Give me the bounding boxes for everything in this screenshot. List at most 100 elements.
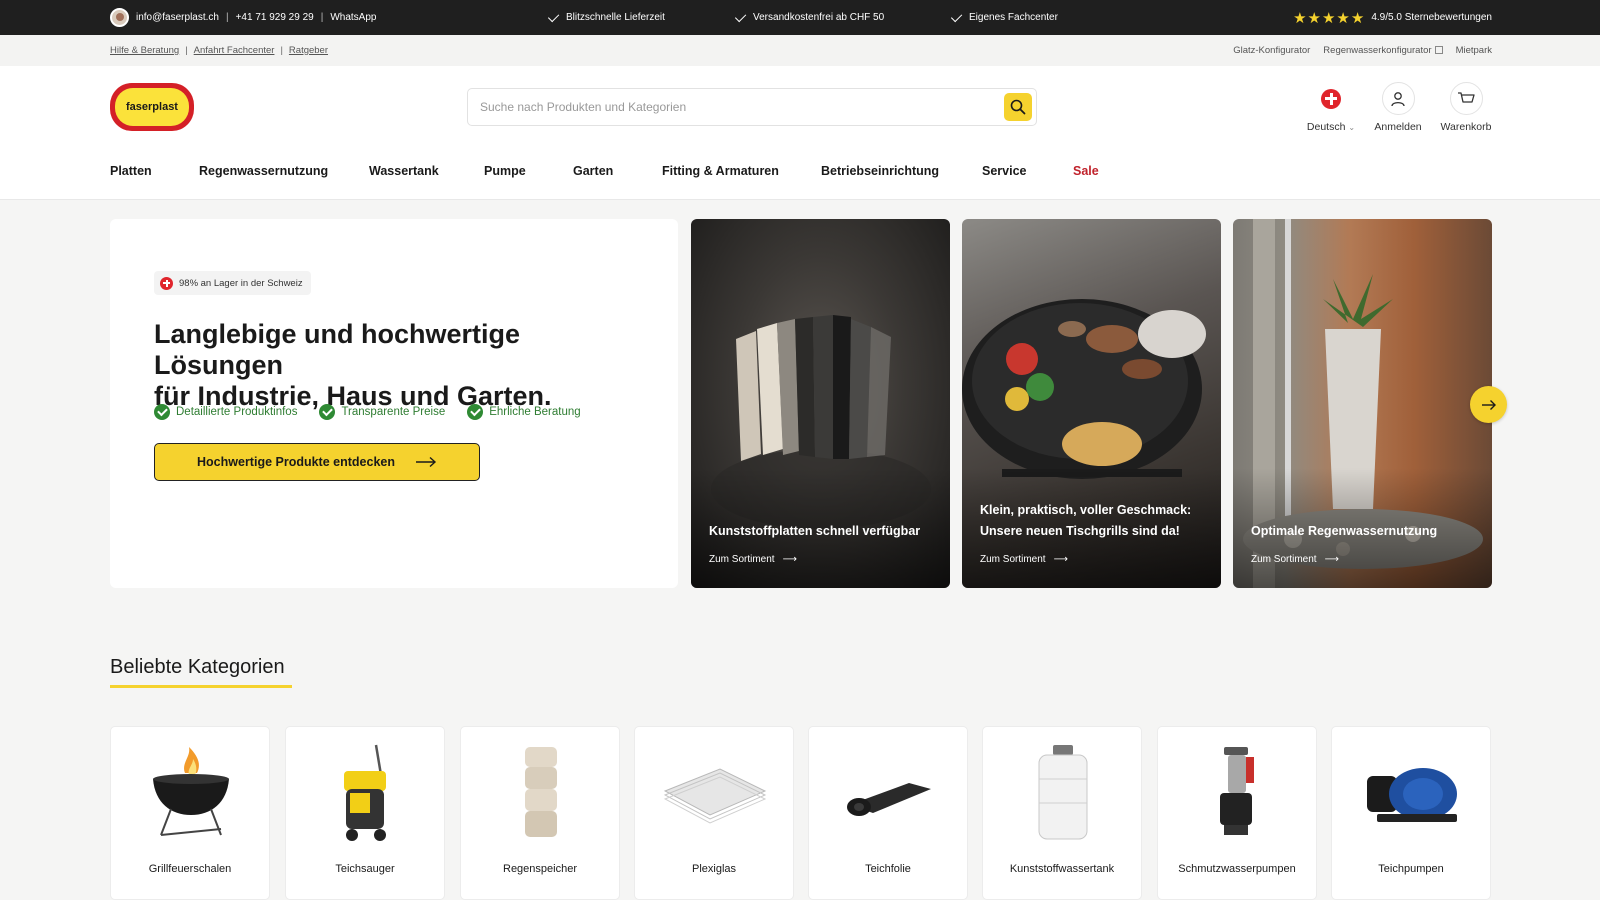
rainwater-configurator-link[interactable]: Regenwasserkonfigurator bbox=[1323, 45, 1443, 56]
category-card-teichpumpen[interactable]: Teichpumpen bbox=[1331, 726, 1491, 900]
plexiglass-image bbox=[655, 741, 775, 845]
promo-card-rainwater[interactable]: Optimale Regenwassernutzung Zum Sortimen… bbox=[1233, 219, 1492, 588]
check-icon bbox=[950, 10, 963, 22]
promo-card-plates[interactable]: Kunststoffplatten schnell verfügbar Zum … bbox=[691, 219, 950, 588]
fire-bowl-glyph bbox=[153, 747, 229, 836]
directions-link[interactable]: Anfahrt Fachcenter bbox=[194, 45, 275, 56]
carousel-next-button[interactable] bbox=[1470, 386, 1507, 423]
arrow-right-icon: ⟶ bbox=[1053, 554, 1068, 565]
promo-link-label: Zum Sortiment bbox=[709, 554, 775, 565]
nav-service[interactable]: Service bbox=[982, 164, 1026, 178]
search-input[interactable] bbox=[480, 89, 980, 125]
separator: | bbox=[320, 12, 324, 23]
nav-platten[interactable]: Platten bbox=[110, 164, 152, 178]
cart-button[interactable]: Warenkorb bbox=[1431, 82, 1501, 133]
category-card-kunststoffwassertank[interactable]: Kunststoffwassertank bbox=[982, 726, 1142, 900]
promo-link[interactable]: Zum Sortiment ⟶ bbox=[1251, 554, 1339, 565]
utility-links-left: Hilfe & Beratung | Anfahrt Fachcenter | … bbox=[110, 35, 328, 66]
category-card-grillfeuerschalen[interactable]: Grillfeuerschalen bbox=[110, 726, 270, 900]
fire-bowl-image bbox=[131, 741, 251, 845]
arrow-right-icon: ⟶ bbox=[782, 554, 797, 565]
search-bar bbox=[467, 88, 1037, 126]
nav-fitting-armaturen[interactable]: Fitting & Armaturen bbox=[662, 164, 779, 178]
user-icon bbox=[1381, 82, 1415, 115]
contact-info: info@faserplast.ch | +41 71 929 29 29 | … bbox=[110, 0, 376, 35]
cart-glyph bbox=[1458, 91, 1475, 103]
category-label: Teichpumpen bbox=[1378, 863, 1444, 875]
rating-summary[interactable]: ★★★★★ 4.9/5.0 Sternebewertungen bbox=[1293, 0, 1492, 35]
benefit-label: Ehrliche Beratung bbox=[489, 406, 581, 418]
nav-wassertank[interactable]: Wassertank bbox=[369, 164, 439, 178]
promo-title: Kunststoffplatten schnell verfügbar bbox=[709, 524, 921, 538]
arrow-right-icon bbox=[415, 456, 437, 468]
pond-pump-glyph bbox=[1367, 768, 1457, 822]
cta-label: Hochwertige Produkte entdecken bbox=[197, 455, 395, 469]
hero-benefits: Detaillierte Produktinfos Transparente P… bbox=[154, 404, 581, 420]
external-link-icon bbox=[1434, 46, 1443, 54]
top-info-bar: info@faserplast.ch | +41 71 929 29 29 | … bbox=[0, 0, 1600, 35]
category-card-teichsauger[interactable]: Teichsauger bbox=[285, 726, 445, 900]
promo-title: Optimale Regenwassernutzung bbox=[1251, 524, 1438, 538]
nav-garten[interactable]: Garten bbox=[573, 164, 613, 178]
category-label: Regenspeicher bbox=[503, 863, 577, 875]
benefit-label: Detaillierte Produktinfos bbox=[176, 406, 298, 418]
separator: | bbox=[225, 12, 229, 23]
separator: | bbox=[185, 45, 188, 56]
pond-liner-image bbox=[829, 741, 949, 845]
category-card-plexiglas[interactable]: Plexiglas bbox=[634, 726, 794, 900]
check-icon bbox=[734, 10, 747, 22]
help-link[interactable]: Hilfe & Beratung bbox=[110, 45, 179, 56]
faserplast-logo[interactable]: faserplast bbox=[110, 83, 194, 131]
sewage-pump-image bbox=[1178, 741, 1298, 845]
hero-title-line1: Langlebige und hochwertige Lösungen bbox=[154, 319, 521, 380]
glatz-configurator-link[interactable]: Glatz-Konfigurator bbox=[1233, 45, 1310, 56]
pond-pump-image bbox=[1352, 741, 1472, 845]
promo-title: Klein, praktisch, voller Geschmack: Unse… bbox=[980, 503, 1192, 538]
category-label: Teichsauger bbox=[335, 863, 395, 875]
water-tank-glyph bbox=[1038, 745, 1088, 840]
benefit-item: Detaillierte Produktinfos bbox=[154, 404, 297, 420]
search-icon bbox=[1010, 99, 1026, 115]
plexiglass-glyph bbox=[663, 768, 767, 824]
category-card-teichfolie[interactable]: Teichfolie bbox=[808, 726, 968, 900]
pond-vacuum-image bbox=[306, 741, 426, 845]
popular-categories-title: Beliebte Kategorien bbox=[110, 656, 285, 678]
language-text: Deutsch bbox=[1306, 121, 1346, 133]
main-navigation: Platten Regenwassernutzung Wassertank Pu… bbox=[0, 164, 1600, 200]
separator: | bbox=[280, 45, 283, 56]
hero-title: Langlebige und hochwertige Lösungen für … bbox=[154, 319, 654, 412]
rainwater-configurator-label: Regenwasserkonfigurator bbox=[1323, 45, 1432, 56]
email-link[interactable]: info@faserplast.ch bbox=[136, 12, 219, 23]
search-button[interactable] bbox=[1004, 93, 1032, 121]
arrow-right-icon: ⟶ bbox=[1324, 554, 1339, 565]
usp-label: Versandkostenfrei ab CHF 50 bbox=[753, 12, 885, 23]
promo-link-label: Zum Sortiment bbox=[980, 554, 1046, 565]
usp-shipping: Versandkostenfrei ab CHF 50 bbox=[734, 0, 885, 35]
nav-regenwassernutzung[interactable]: Regenwassernutzung bbox=[199, 164, 328, 178]
nav-sale[interactable]: Sale bbox=[1073, 164, 1099, 178]
chevron-down-icon: ⌄ bbox=[1348, 123, 1356, 132]
category-card-regenspeicher[interactable]: Regenspeicher bbox=[460, 726, 620, 900]
guide-link[interactable]: Ratgeber bbox=[289, 45, 328, 56]
rental-link[interactable]: Mietpark bbox=[1456, 45, 1492, 56]
whatsapp-link[interactable]: WhatsApp bbox=[330, 12, 376, 23]
discover-products-button[interactable]: Hochwertige Produkte entdecken bbox=[154, 443, 480, 481]
promo-card-tablegrill[interactable]: Klein, praktisch, voller Geschmack: Unse… bbox=[962, 219, 1221, 588]
star-rating-icon: ★★★★★ bbox=[1293, 9, 1366, 27]
language-selector[interactable]: Deutsch ⌄ bbox=[1296, 82, 1366, 133]
login-button[interactable]: Anmelden bbox=[1363, 82, 1433, 133]
phone-link[interactable]: +41 71 929 29 29 bbox=[236, 12, 314, 23]
promo-link[interactable]: Zum Sortiment ⟶ bbox=[980, 554, 1068, 565]
site-header: faserplast Deutsch ⌄ Anmelden Warenko bbox=[0, 66, 1600, 200]
usp-delivery: Blitzschnelle Lieferzeit bbox=[547, 0, 665, 35]
rain-storage-image bbox=[481, 741, 601, 845]
benefit-label: Transparente Preise bbox=[341, 406, 446, 418]
benefit-item: Ehrliche Beratung bbox=[467, 404, 581, 420]
category-card-schmutzwasserpumpen[interactable]: Schmutzwasserpumpen bbox=[1157, 726, 1317, 900]
promo-link[interactable]: Zum Sortiment ⟶ bbox=[709, 554, 797, 565]
category-label: Schmutzwasserpumpen bbox=[1178, 863, 1296, 875]
usp-label: Eigenes Fachcenter bbox=[969, 12, 1058, 23]
nav-pumpe[interactable]: Pumpe bbox=[484, 164, 526, 178]
category-label: Kunststoffwassertank bbox=[1009, 863, 1115, 875]
nav-betriebseinrichtung[interactable]: Betriebseinrichtung bbox=[821, 164, 939, 178]
